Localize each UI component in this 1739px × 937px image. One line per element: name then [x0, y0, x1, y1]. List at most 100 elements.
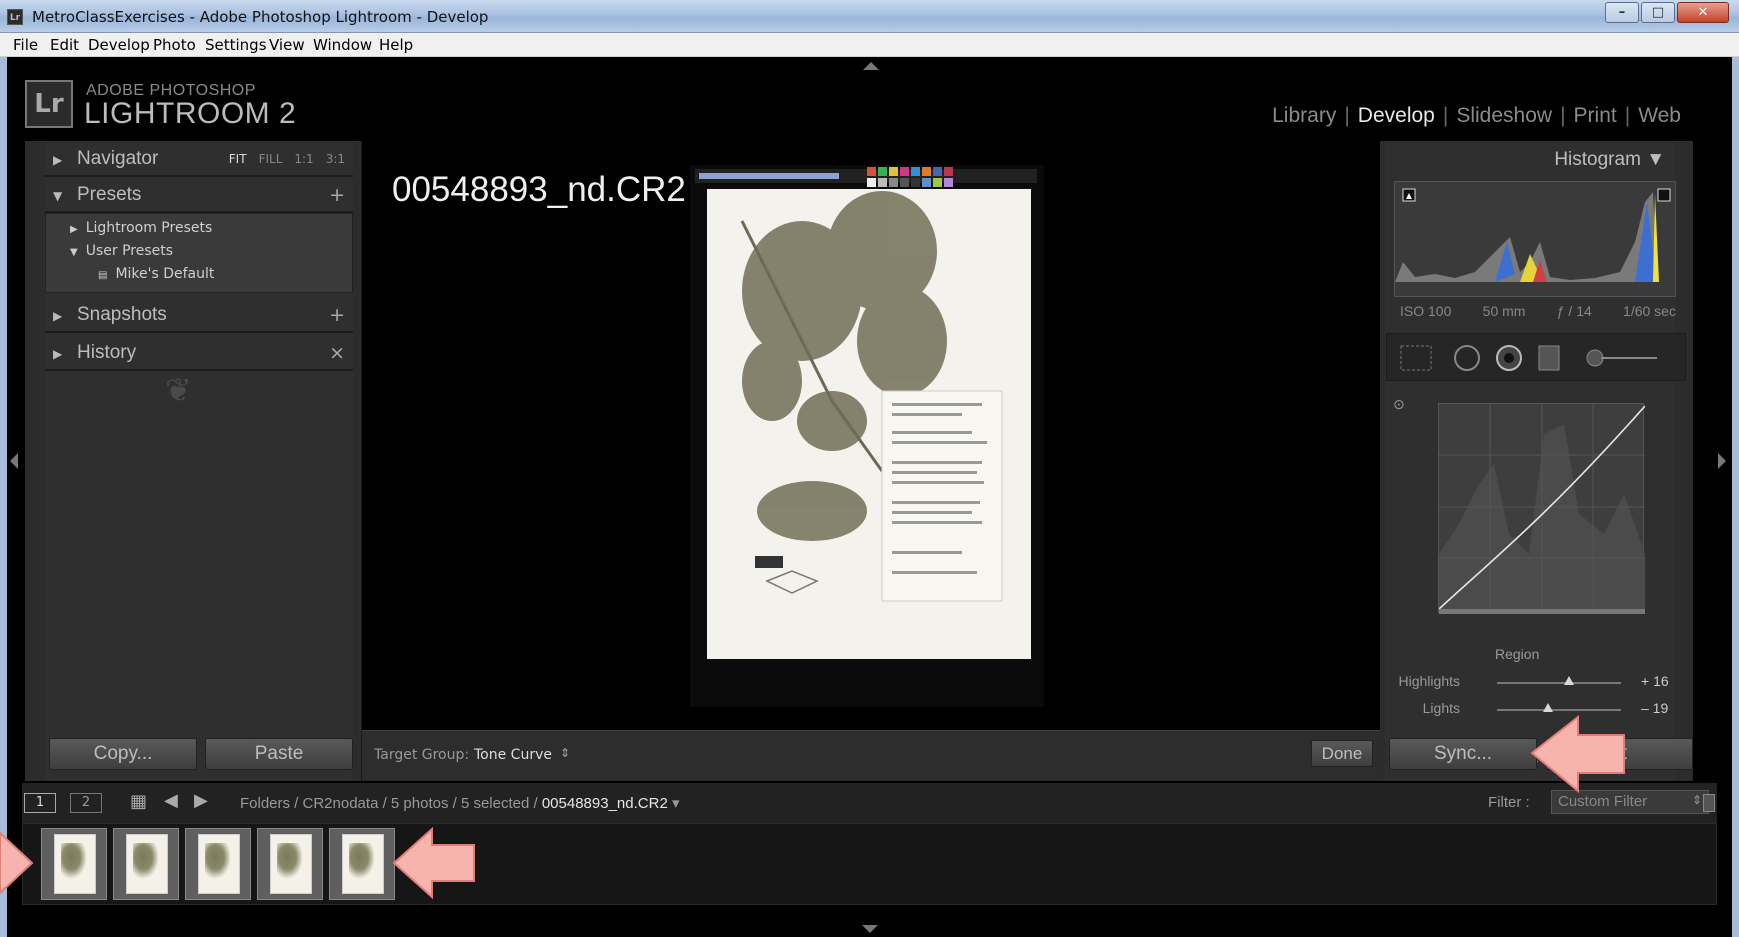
select-arrows-icon: ⇕	[560, 746, 571, 760]
left-panel: ▶ Navigator FIT FILL 1:1 3:1 ▼ Presets +…	[25, 141, 362, 781]
module-library[interactable]: Library	[1264, 104, 1344, 128]
filmstrip-thumbnail[interactable]	[329, 828, 395, 900]
menu-photo[interactable]: Photo	[153, 36, 196, 54]
adjustment-brush-icon[interactable]	[1586, 349, 1604, 367]
filmstrip-source-path[interactable]: Folders / CR2nodata / 5 photos / 5 selec…	[240, 794, 680, 812]
module-web[interactable]: Web	[1630, 104, 1689, 128]
paste-button[interactable]: Paste	[205, 738, 353, 770]
current-file-name: 00548893_nd.CR2	[541, 795, 668, 812]
collapse-triangle-icon: ▼	[1646, 149, 1665, 170]
lights-slider[interactable]	[1497, 709, 1621, 711]
filmstrip	[22, 823, 1717, 905]
module-print[interactable]: Print	[1566, 104, 1625, 128]
spot-removal-icon[interactable]	[1454, 345, 1480, 371]
color-checker-scale	[699, 173, 839, 179]
snapshots-header[interactable]: ▶ Snapshots +	[45, 297, 353, 333]
lightroom-logo: Lr	[25, 80, 73, 128]
graduated-filter-icon[interactable]	[1538, 345, 1560, 371]
highlights-slider[interactable]	[1497, 682, 1621, 684]
highlights-slider-thumb[interactable]	[1563, 676, 1574, 685]
preset-folder-lightroom[interactable]: ▶ Lightroom Presets	[70, 220, 212, 236]
exif-shutter: 1/60 sec	[1623, 303, 1676, 319]
collapse-triangle-icon: ▼	[53, 189, 63, 203]
zoom-fit[interactable]: FIT	[229, 152, 247, 166]
thumbnail-image	[270, 834, 312, 894]
window-titlebar[interactable]: Lr MetroClassExercises - Adobe Photoshop…	[0, 0, 1739, 33]
lights-value[interactable]: – 19	[1641, 700, 1668, 716]
callout-arrow-filmstrip-left	[0, 831, 34, 895]
exif-info: ISO 100 50 mm ƒ / 14 1/60 sec	[1400, 303, 1676, 319]
path-dropdown-icon: ▾	[671, 795, 680, 812]
target-group-label: Target Group:	[374, 747, 470, 763]
primary-window-button[interactable]: 1	[24, 793, 56, 813]
exif-iso: ISO 100	[1400, 303, 1452, 319]
highlights-label: Highlights	[1398, 673, 1460, 689]
filmstrip-thumbnail[interactable]	[257, 828, 323, 900]
histogram-label: Histogram	[1554, 149, 1641, 170]
menu-edit[interactable]: Edit	[50, 36, 79, 54]
histogram-header[interactable]: Histogram ▼	[1554, 149, 1665, 171]
collapse-left-panel-icon[interactable]	[10, 453, 18, 469]
add-preset-icon[interactable]: +	[329, 184, 345, 206]
menu-file[interactable]: File	[13, 36, 38, 54]
source-path-text: Folders / CR2nodata / 5 photos / 5 selec…	[240, 795, 542, 812]
back-arrow-icon[interactable]: ◀	[164, 790, 178, 811]
done-button[interactable]: Done	[1311, 740, 1373, 767]
develop-toolbar: Target Group: Tone Curve ⇕ Done	[362, 730, 1380, 781]
left-panel-content: ▶ Navigator FIT FILL 1:1 3:1 ▼ Presets +…	[45, 141, 353, 781]
menu-window[interactable]: Window	[313, 36, 372, 54]
zoom-fill[interactable]: FILL	[259, 152, 283, 166]
clear-history-icon[interactable]: ×	[329, 342, 345, 364]
presets-list: ▶ Lightroom Presets ▼ User Presets ▤ Mike's…	[45, 213, 353, 293]
navigator-header[interactable]: ▶ Navigator FIT FILL 1:1 3:1	[45, 141, 353, 177]
zoom-3-1[interactable]: 3:1	[326, 152, 345, 166]
menu-settings[interactable]: Settings	[205, 36, 267, 54]
filmstrip-thumbnail[interactable]	[41, 828, 107, 900]
collapse-filmstrip-icon[interactable]	[862, 925, 878, 933]
image-filename-overlay: 00548893_nd.CR2	[392, 170, 686, 209]
history-header[interactable]: ▶ History ×	[45, 335, 353, 371]
module-develop[interactable]: Develop	[1350, 104, 1443, 128]
tone-curve-graph	[1438, 404, 1646, 614]
target-group-select[interactable]: Tone Curve	[474, 747, 552, 763]
preset-icon: ▤	[98, 270, 108, 281]
forward-arrow-icon[interactable]: ▶	[194, 790, 208, 811]
grid-view-icon[interactable]: ▦	[130, 791, 147, 812]
lights-label: Lights	[1422, 700, 1460, 716]
highlights-value[interactable]: + 16	[1641, 673, 1669, 689]
image-viewer[interactable]	[362, 141, 1380, 730]
highlight-clipping-icon	[1657, 188, 1671, 202]
tone-curve[interactable]	[1438, 403, 1646, 614]
preset-label: Mike's Default	[115, 266, 215, 282]
lights-slider-thumb[interactable]	[1542, 703, 1553, 712]
histogram-graph	[1395, 188, 1671, 282]
collapse-top-panel-icon[interactable]	[863, 62, 879, 70]
sync-button[interactable]: Sync...	[1389, 738, 1537, 770]
add-snapshot-icon[interactable]: +	[329, 304, 345, 326]
collapse-right-panel-icon[interactable]	[1718, 453, 1726, 469]
close-button[interactable]: ✕	[1677, 2, 1729, 23]
menu-develop[interactable]: Develop	[88, 36, 150, 54]
menu-view[interactable]: View	[269, 36, 305, 54]
filmstrip-thumbnail[interactable]	[113, 828, 179, 900]
secondary-window-button[interactable]: 2	[70, 793, 102, 813]
expand-triangle-icon: ▶	[53, 347, 63, 361]
window-title: MetroClassExercises - Adobe Photoshop Li…	[32, 8, 489, 26]
thumbnail-image	[198, 834, 240, 894]
zoom-1-1[interactable]: 1:1	[294, 152, 313, 166]
crop-tool-icon[interactable]	[1400, 345, 1432, 371]
presets-header[interactable]: ▼ Presets +	[45, 177, 353, 213]
filter-lock-icon[interactable]	[1703, 794, 1715, 812]
maximize-button[interactable]: □	[1641, 2, 1675, 23]
filmstrip-thumbnail[interactable]	[185, 828, 251, 900]
copy-button[interactable]: Copy...	[49, 738, 197, 770]
targeted-adjustment-icon[interactable]: ⊙	[1393, 397, 1405, 413]
lightroom-app-icon: Lr	[7, 9, 23, 25]
minimize-button[interactable]: –	[1605, 2, 1639, 23]
module-slideshow[interactable]: Slideshow	[1448, 104, 1560, 128]
specimen-photo	[690, 165, 1044, 707]
preset-folder-user[interactable]: ▼ User Presets	[70, 243, 173, 259]
menu-help[interactable]: Help	[379, 36, 413, 54]
snapshots-label: Snapshots	[77, 304, 167, 325]
preset-item[interactable]: ▤ Mike's Default	[98, 266, 214, 282]
